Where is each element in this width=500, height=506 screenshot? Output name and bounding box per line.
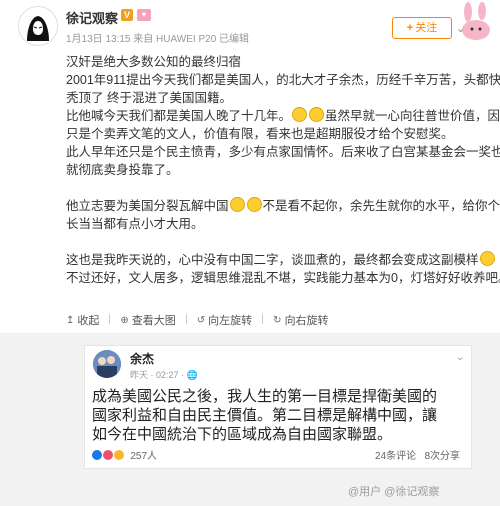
post-meta: 1月13日 13:15 来自 HUAWEI P20 已编辑 bbox=[66, 30, 249, 45]
laugh-cry-emoji-icon bbox=[229, 197, 245, 212]
zoom-icon: ⊕ bbox=[120, 314, 129, 326]
like-reaction-icon bbox=[92, 450, 102, 460]
post-source: 来自 HUAWEI P20 bbox=[133, 34, 217, 45]
post-line-text: 不是看不起你，余先生就你的水平，给你个镇 bbox=[262, 199, 500, 213]
rotate-right-button[interactable]: ↻ 向右旋转 bbox=[273, 312, 328, 328]
smile-emoji-icon bbox=[292, 107, 308, 122]
haha-reaction-icon bbox=[113, 450, 124, 460]
love-reaction-icon bbox=[102, 450, 113, 460]
post-time[interactable]: 1月13日 13:15 bbox=[66, 34, 131, 45]
view-large-button[interactable]: ⊕ 查看大图 bbox=[120, 312, 175, 328]
image-toolbar: ↥ 收起 ⊕ 查看大图 ↺ 向左旋转 ↻ 向右旋转 bbox=[66, 312, 339, 328]
plus-icon: + bbox=[406, 22, 414, 34]
post-line-text: 他立志要为美国分裂瓦解中国 bbox=[66, 199, 229, 213]
reactions-summary: 257人 bbox=[92, 447, 157, 462]
collapse-label: 收起 bbox=[77, 315, 100, 327]
quoted-post-text: 成為美國公民之後，我人生的第一目標是捍衛美國的 國家利益和自由民主價值。第二目標… bbox=[92, 387, 464, 444]
quoted-author-avatar bbox=[93, 350, 121, 378]
quoted-post-footer: 257人 24条评论 8次分享 bbox=[92, 447, 464, 462]
post-line-text: 比他喊今天我们都是美国人晚了十几年。 bbox=[66, 109, 292, 123]
edited-label[interactable]: 已编辑 bbox=[219, 34, 249, 45]
post-line: 他立志要为美国分裂瓦解中国 不是看不起你，余先生就你的水平，给你个镇 bbox=[66, 197, 500, 215]
post-line-text: 这也是我昨天说的，心中没有中国二字，谈皿煮的，最终都会变成这副模样 bbox=[66, 253, 479, 267]
quoted-line: 成為美國公民之後，我人生的第一目標是捍衛美國的 bbox=[92, 388, 438, 405]
post-line: 2001年911提出今天我们都是美国人，的北大才子余杰，历经千辛万苦，头都快 bbox=[66, 73, 500, 87]
rotate-left-button[interactable]: ↺ 向左旋转 bbox=[197, 312, 252, 328]
quoted-post-meta: 昨天 · 02:27 · 🌐 bbox=[130, 368, 198, 381]
cat-face-emoji-icon bbox=[479, 251, 495, 266]
post-line: 比他喊今天我们都是美国人晚了十几年。 虽然早就一心向往普世价值，因为 bbox=[66, 107, 500, 125]
quoted-line: 如今在中國統治下的區域成為自由國家聯盟。 bbox=[92, 426, 393, 443]
smile-emoji-icon bbox=[309, 107, 325, 122]
post-line: 这也是我昨天说的，心中没有中国二字，谈皿煮的，最终都会变成这副模样 bbox=[66, 251, 495, 269]
post-line: 长当当都有点小才大用。 bbox=[66, 217, 204, 231]
fan-badge-icon: ♥ bbox=[137, 9, 151, 21]
verified-v-icon: V bbox=[121, 9, 133, 21]
collapse-button[interactable]: ↥ 收起 bbox=[66, 312, 99, 328]
collapse-icon: ↥ bbox=[66, 314, 75, 326]
post-line: 只是个卖弄文笔的文人，价值有限，看来也是超期服役才给个安慰奖。 bbox=[66, 127, 454, 141]
image-watermark: @用户 @徐记观察 bbox=[348, 486, 440, 498]
comments-count: 24条评论 bbox=[374, 451, 417, 462]
author-avatar[interactable] bbox=[18, 6, 58, 46]
post-line-text: 虽然早就一心向往普世价值，因为 bbox=[325, 109, 500, 123]
rotate-left-label: 向左旋转 bbox=[208, 315, 253, 327]
rotate-left-icon: ↺ bbox=[196, 314, 206, 326]
post-line: 不过还好，文人居多，逻辑思维混乱不堪，实践能力基本为0，灯塔好好收养吧。 bbox=[66, 271, 500, 285]
bunny-decoration-icon bbox=[462, 2, 490, 40]
rotate-right-icon: ↻ bbox=[273, 314, 282, 326]
engagement-counts: 24条评论 8次分享 bbox=[375, 447, 460, 462]
laugh-cry-emoji-icon bbox=[246, 197, 262, 212]
shares-count: 8次分享 bbox=[424, 451, 460, 462]
reactions-count: 257人 bbox=[130, 451, 158, 462]
rotate-right-label: 向右旋转 bbox=[284, 315, 329, 327]
post-body: 汉奸是绝大多数公知的最终归宿 2001年911提出今天我们都是美国人，的北大才子… bbox=[66, 53, 500, 287]
view-large-label: 查看大图 bbox=[131, 315, 176, 327]
post-menu-chevron-icon[interactable]: ⌄ bbox=[456, 22, 465, 35]
quoted-card-chevron-icon: ⌄ bbox=[456, 352, 465, 363]
post-line: 汉奸是绝大多数公知的最终归宿 bbox=[66, 55, 242, 69]
globe-icon: 🌐 bbox=[186, 370, 198, 380]
quoted-line: 國家利益和自由民主價值。第二目標是解構中國，讓 bbox=[92, 407, 438, 424]
follow-button[interactable]: + 关注 bbox=[392, 17, 452, 39]
post-line: 就彻底卖身投靠了。 bbox=[66, 163, 179, 177]
post-line: 此人早年还只是个民主愤青，多少有点家国情怀。后来收了白宫某基金会一奖也 bbox=[66, 145, 500, 159]
author-name[interactable]: 徐记观察 bbox=[66, 8, 118, 27]
post-header: 徐记观察 V ♥ 1月13日 13:15 来自 HUAWEI P20 已编辑 +… bbox=[0, 0, 500, 50]
follow-label: 关注 bbox=[415, 22, 438, 34]
post-line: 秃顶了 终于混进了美国国籍。 bbox=[66, 91, 232, 105]
quoted-author-name: 余杰 bbox=[130, 352, 155, 366]
quoted-post-time: 昨天 · 02:27 · bbox=[130, 370, 185, 380]
